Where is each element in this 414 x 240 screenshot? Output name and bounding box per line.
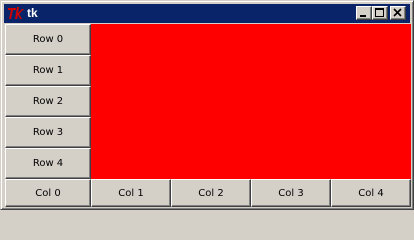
close-button[interactable] (390, 6, 406, 20)
col-2-button[interactable]: Col 2 (171, 179, 251, 207)
grid-container: Row 0 Row 1 Row 2 Row 3 Row 4 Col 0 Col … (5, 24, 411, 207)
maximize-icon (375, 8, 384, 17)
row-2-button[interactable]: Row 2 (5, 86, 91, 117)
col-3-button[interactable]: Col 3 (251, 179, 331, 207)
row-3-button[interactable]: Row 3 (5, 117, 91, 148)
red-canvas (91, 24, 411, 179)
col-0-button[interactable]: Col 0 (5, 179, 91, 207)
minimize-button[interactable] (356, 6, 372, 20)
col-4-button[interactable]: Col 4 (331, 179, 411, 207)
window-title: tk (27, 6, 38, 20)
row-1-button[interactable]: Row 1 (5, 55, 91, 86)
row-0-button[interactable]: Row 0 (5, 24, 91, 55)
close-icon (393, 8, 402, 17)
row-4-button[interactable]: Row 4 (5, 148, 91, 179)
minimize-icon (360, 15, 366, 17)
title-bar[interactable]: tk (4, 4, 410, 23)
app-window: tk Row 0 Row 1 Row 2 Row 3 Row 4 Col 0 C… (0, 0, 414, 210)
col-1-button[interactable]: Col 1 (91, 179, 171, 207)
tk-feather-icon (8, 7, 24, 19)
maximize-button[interactable] (372, 6, 388, 20)
